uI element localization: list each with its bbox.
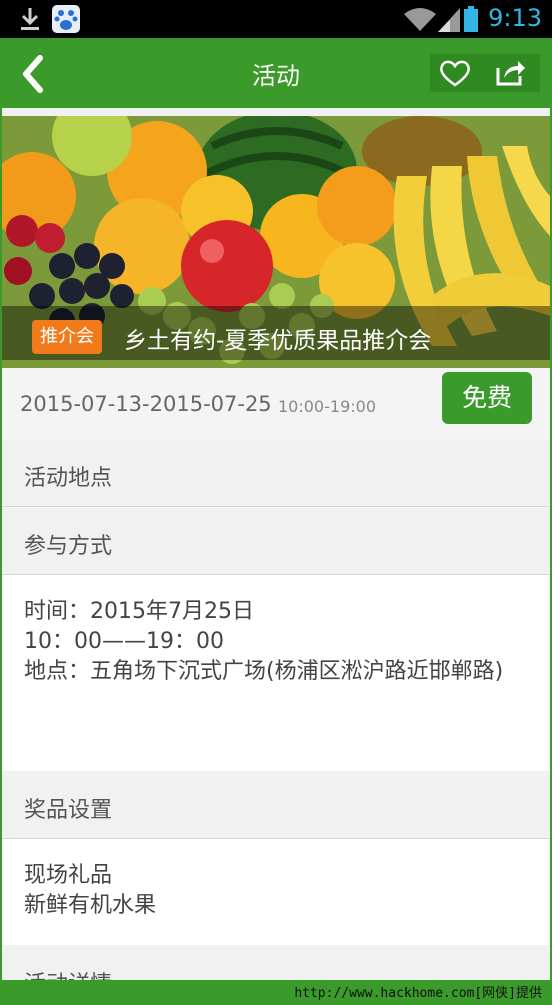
status-bar: 9:13 [0,0,552,38]
wifi-icon [404,8,436,31]
baidu-app-icon [52,5,80,33]
signal-icon [438,8,460,32]
section-participation: 参与方式 [2,508,550,575]
status-time: 9:13 [488,4,542,32]
section-prizes-title: 奖品设置 [24,798,113,823]
battery-icon [464,6,478,32]
event-hours: 10:00-19:00 [278,397,376,416]
section-details[interactable]: 活动详情 [2,946,550,980]
section-prizes: 奖品设置 [2,772,550,839]
section-location[interactable]: 活动地点 [2,440,550,507]
share-icon[interactable] [494,58,526,88]
event-date-range: 2015-07-13-2015-07-25 [20,392,272,416]
section-participation-title: 参与方式 [24,534,113,559]
prize-line-1: 现场礼品 [24,863,113,888]
content-area[interactable]: 推介会 乡土有约-夏季优质果品推介会 2015-07-13-2015-07-25… [2,108,550,980]
prizes-details: 现场礼品 新鲜有机水果 [2,839,550,945]
event-type-tag: 推介会 [32,320,102,354]
prize-line-2: 新鲜有机水果 [24,893,157,918]
top-navigation-bar: 活动 [0,38,552,108]
heart-icon[interactable] [438,58,472,88]
section-details-title: 活动详情 [24,966,112,980]
site-watermark: http://www.hackhome.com[网侠]提供 [294,986,542,1001]
nav-actions [430,54,540,92]
participation-hours-line: 10：00——19：00 [24,629,224,654]
participation-details: 时间：2015年7月25日 10：00——19：00 地点：五角场下沉式广场(杨… [2,575,550,771]
participation-time-line: 时间：2015年7月25日 [24,599,254,624]
participation-place-line: 地点：五角场下沉式广场(杨浦区淞沪路近邯郸路) [24,659,504,684]
free-price-button[interactable]: 免费 [442,372,532,424]
event-banner[interactable]: 推介会 乡土有约-夏季优质果品推介会 [2,116,550,368]
event-title: 乡土有约-夏季优质果品推介会 [124,328,432,354]
download-icon [21,8,39,30]
section-location-title: 活动地点 [24,466,113,491]
